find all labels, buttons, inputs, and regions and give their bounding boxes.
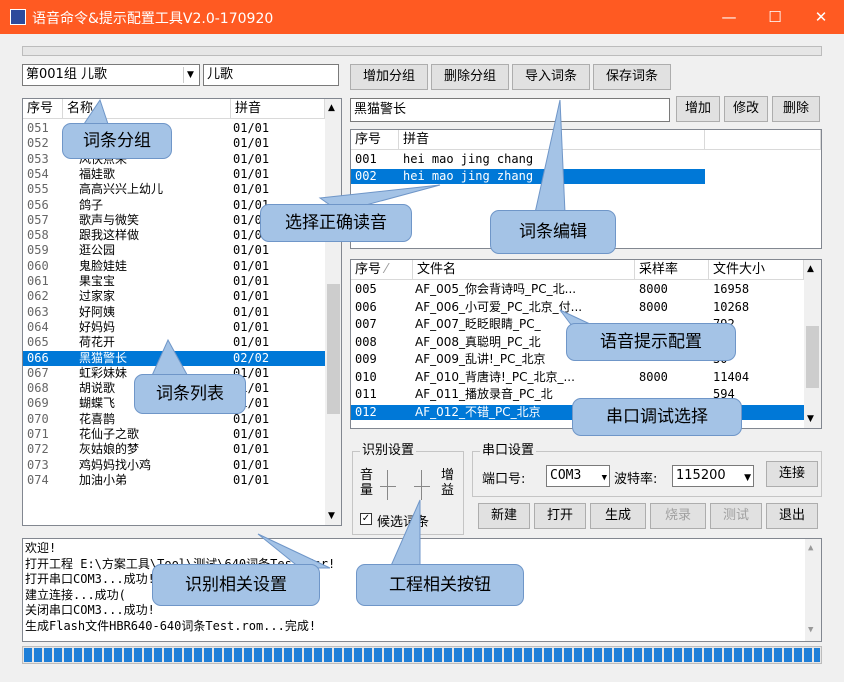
- callout-serial-debug: 串口调试选择: [572, 398, 742, 436]
- callout-choose-pron: 选择正确读音: [260, 204, 412, 242]
- pointer-project: [389, 499, 421, 569]
- callout-project-buttons: 工程相关按钮: [356, 564, 524, 606]
- callout-voice-prompt: 语音提示配置: [566, 323, 736, 361]
- callout-entry-edit: 词条编辑: [490, 210, 616, 254]
- callout-entry-list: 词条列表: [134, 374, 246, 414]
- pointer-recog: [257, 533, 331, 569]
- pointer-entry-edit: [534, 99, 566, 214]
- callout-entry-group: 词条分组: [62, 123, 172, 159]
- callout-recog: 识别相关设置: [152, 564, 320, 606]
